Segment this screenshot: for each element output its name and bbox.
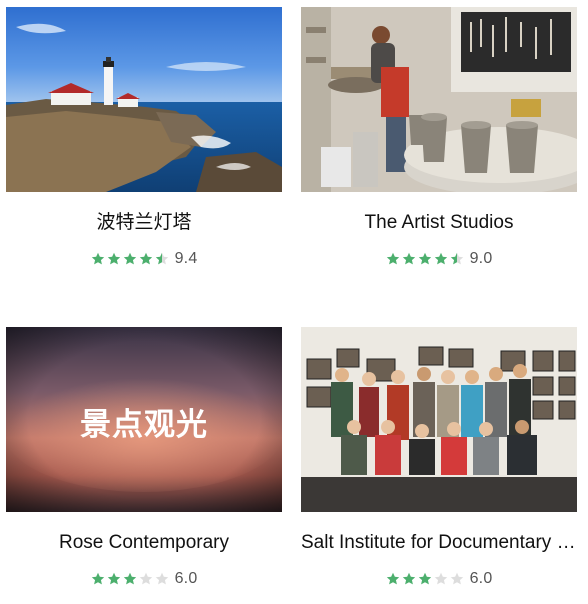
rating: 6.0 (301, 569, 577, 589)
star-filled-icon (107, 572, 121, 586)
star-filled-icon (91, 572, 105, 586)
image-overlay-text: 景点观光 (80, 407, 208, 443)
star-filled-icon (91, 252, 105, 266)
star-filled-icon (386, 572, 400, 586)
attraction-card[interactable]: Salt Institute for Documentary Studies 6… (301, 327, 577, 589)
star-filled-icon (402, 252, 416, 266)
star-filled-icon (418, 572, 432, 586)
star-filled-icon (386, 252, 400, 266)
attraction-card[interactable]: The Artist Studios 9.0 (301, 7, 577, 269)
attraction-card[interactable]: 景点观光 Rose Contemporary 6.0 (6, 327, 282, 589)
attraction-title[interactable]: Salt Institute for Documentary Studies (301, 530, 577, 556)
rating-score: 9.4 (174, 250, 198, 267)
attraction-card[interactable]: 波特兰灯塔 9.4 (6, 7, 282, 269)
star-filled-icon (418, 252, 432, 266)
star-filled-icon (123, 572, 137, 586)
group-gallery-photo[interactable] (301, 327, 577, 512)
star-empty-icon (450, 572, 464, 586)
attraction-title[interactable]: Rose Contemporary (6, 530, 282, 556)
star-filled-icon (402, 572, 416, 586)
star-empty-icon (434, 572, 448, 586)
star-filled-icon (107, 252, 121, 266)
rating-score: 6.0 (174, 570, 198, 587)
rating-score: 9.0 (469, 250, 493, 267)
rating: 6.0 (6, 569, 282, 589)
lighthouse-photo[interactable] (6, 7, 282, 192)
star-half-icon (155, 252, 169, 266)
star-filled-icon (123, 252, 137, 266)
star-half-icon (450, 252, 464, 266)
rating-score: 6.0 (469, 570, 493, 587)
attractions-grid: 波特兰灯塔 9.4 The Artist Studios 9.0 景点观光 Ro… (0, 0, 588, 604)
star-rating (386, 572, 464, 586)
rating: 9.0 (301, 249, 577, 269)
star-filled-icon (434, 252, 448, 266)
star-filled-icon (139, 252, 153, 266)
star-rating (91, 572, 169, 586)
star-empty-icon (155, 572, 169, 586)
attraction-title[interactable]: The Artist Studios (301, 210, 577, 236)
rating: 9.4 (6, 249, 282, 269)
pottery-studio-photo[interactable] (301, 7, 577, 192)
star-empty-icon (139, 572, 153, 586)
attraction-title[interactable]: 波特兰灯塔 (6, 210, 282, 236)
star-rating (386, 252, 464, 266)
placeholder-blurred[interactable]: 景点观光 (6, 327, 282, 512)
star-rating (91, 252, 169, 266)
